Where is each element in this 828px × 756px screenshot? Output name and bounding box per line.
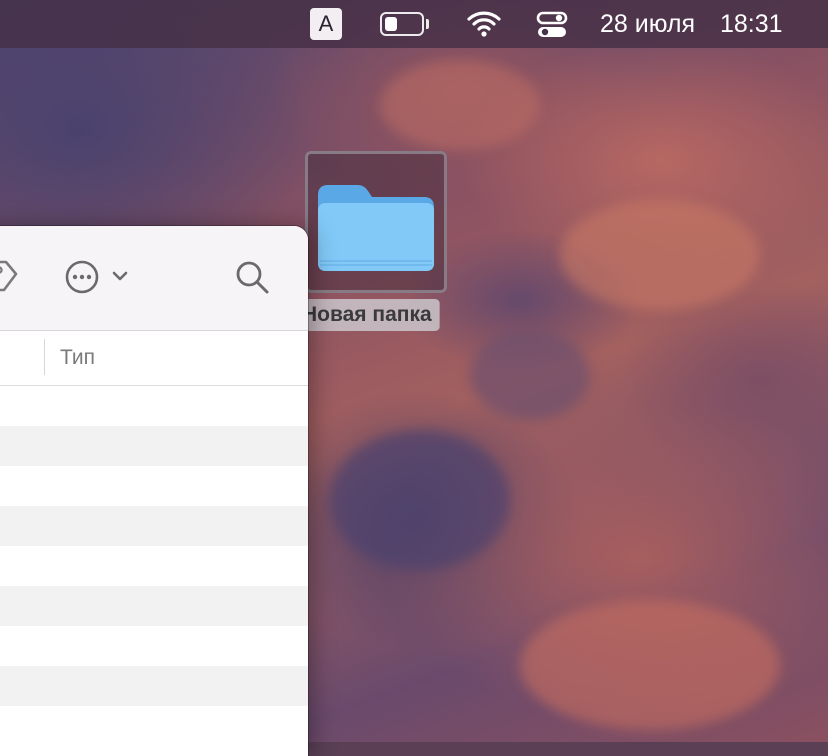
list-row[interactable]	[0, 626, 308, 666]
wifi-icon[interactable]	[466, 8, 502, 40]
column-divider[interactable]	[44, 339, 45, 375]
list-row[interactable]	[0, 546, 308, 586]
menubar-time[interactable]: 18:31	[720, 8, 783, 40]
list-row[interactable]	[0, 586, 308, 626]
list-row[interactable]	[0, 706, 308, 746]
folder-label-area: Новая папка	[308, 299, 468, 331]
desktop-folder-selection[interactable]	[305, 151, 447, 293]
list-row[interactable]	[0, 426, 308, 466]
battery-level	[385, 17, 397, 31]
wallpaper-cloud	[470, 330, 590, 420]
list-row[interactable]	[0, 466, 308, 506]
menubar-date[interactable]: 28 июля	[600, 8, 695, 40]
wallpaper-cloud	[520, 600, 780, 730]
wallpaper-cloud	[560, 200, 760, 310]
chevron-down-icon[interactable]	[110, 268, 130, 284]
input-source-indicator[interactable]: A	[310, 8, 342, 40]
folder-name-label[interactable]: Новая папка	[308, 299, 440, 331]
search-icon[interactable]	[234, 259, 270, 295]
finder-toolbar	[0, 226, 308, 331]
more-actions-icon[interactable]	[64, 259, 100, 295]
list-row[interactable]	[0, 386, 308, 426]
tag-icon[interactable]	[0, 258, 18, 294]
file-list	[0, 386, 308, 746]
battery-tip	[426, 19, 429, 29]
wallpaper-cloud	[330, 430, 510, 570]
list-row[interactable]	[0, 506, 308, 546]
column-header-bar: Тип	[0, 331, 308, 386]
folder-icon[interactable]	[316, 171, 436, 275]
control-center-icon[interactable]	[536, 10, 568, 40]
finder-window: Тип	[0, 226, 308, 756]
wallpaper-cloud	[380, 60, 540, 150]
battery-icon[interactable]	[380, 12, 424, 36]
column-header-type[interactable]: Тип	[60, 331, 95, 385]
menu-bar: A 28 июля 18:31	[0, 0, 828, 48]
list-row[interactable]	[0, 666, 308, 706]
